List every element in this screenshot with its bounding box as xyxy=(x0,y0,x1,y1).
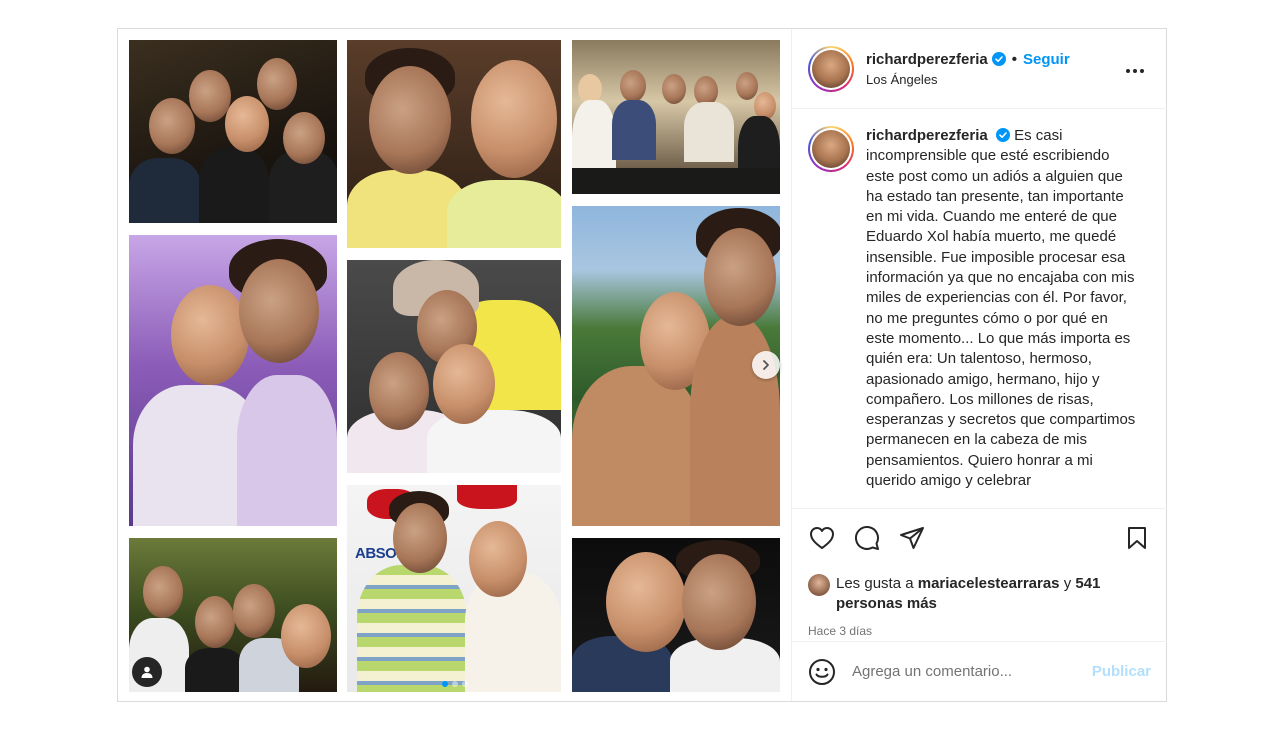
likes-count[interactable]: 541 xyxy=(1075,575,1100,592)
instagram-post: ABSOLUT richardperezferia • Seguir Los Á… xyxy=(117,28,1167,702)
photo-collage[interactable]: ABSOLUT xyxy=(118,29,791,701)
user-tag-icon xyxy=(141,666,153,678)
chevron-right-icon xyxy=(763,360,769,370)
username-link[interactable]: richardperezferia xyxy=(866,51,988,68)
carousel-indicators xyxy=(118,681,791,687)
likes-suffix[interactable]: personas más xyxy=(836,595,937,612)
share-icon xyxy=(900,527,924,549)
verified-badge-icon xyxy=(991,52,1006,66)
heart-icon xyxy=(810,527,834,549)
photo-two-men-yellow-shirts xyxy=(347,40,561,248)
emoji-icon[interactable] xyxy=(808,658,836,686)
photo-two-men-purple-light xyxy=(129,235,337,526)
carousel-dot xyxy=(451,681,458,687)
photo-two-men-night xyxy=(572,538,780,692)
caption: richardperezferia Es casi incomprensible… xyxy=(866,126,1138,492)
like-button[interactable] xyxy=(808,524,836,552)
photo-group-bar xyxy=(129,40,337,223)
post-header: richardperezferia • Seguir Los Ángeles xyxy=(792,29,1167,109)
likes-connector: y xyxy=(1063,575,1072,592)
carousel-next-button[interactable] xyxy=(752,351,780,379)
more-options-button[interactable] xyxy=(1125,61,1145,79)
caption-text: Es casi incomprensible que esté escribie… xyxy=(866,127,1136,490)
comment-button[interactable] xyxy=(853,524,881,552)
post-actions: Les gusta a mariacelestearraras y 541 pe… xyxy=(792,508,1167,642)
follow-button[interactable]: Seguir xyxy=(1023,51,1070,68)
photo-shirtless-outdoors xyxy=(572,206,780,526)
liker-avatar[interactable] xyxy=(808,574,830,596)
post-sidebar: richardperezferia • Seguir Los Ángeles r… xyxy=(791,29,1167,701)
photo-absolut-event: ABSOLUT xyxy=(347,485,561,692)
post-timestamp[interactable]: Hace 3 días xyxy=(808,624,1151,638)
liker-username[interactable]: mariacelestearraras xyxy=(918,575,1060,592)
carousel-dot xyxy=(441,681,448,687)
caption-area: richardperezferia Es casi incomprensible… xyxy=(792,110,1167,508)
comment-input[interactable] xyxy=(852,663,1092,680)
location-link[interactable]: Los Ángeles xyxy=(866,72,1070,87)
comment-bar: Publicar xyxy=(792,641,1167,701)
carousel-dot xyxy=(461,681,468,687)
comment-icon xyxy=(855,526,879,550)
likes-prefix: Les gusta a xyxy=(836,575,914,592)
share-button[interactable] xyxy=(898,524,926,552)
more-options-icon xyxy=(1126,69,1144,73)
avatar[interactable] xyxy=(808,45,854,92)
caption-username[interactable]: richardperezferia xyxy=(866,127,988,144)
bookmark-icon xyxy=(1128,527,1146,549)
photo-cap-kiss xyxy=(347,260,561,473)
likes-summary: Les gusta a mariacelestearraras y 541 pe… xyxy=(808,574,1151,614)
save-button[interactable] xyxy=(1123,524,1151,552)
publish-button[interactable]: Publicar xyxy=(1092,663,1151,680)
separator-dot: • xyxy=(1011,50,1017,68)
photo-group-couch xyxy=(572,40,780,194)
caption-avatar[interactable] xyxy=(808,126,854,172)
verified-badge-icon xyxy=(995,128,1010,142)
